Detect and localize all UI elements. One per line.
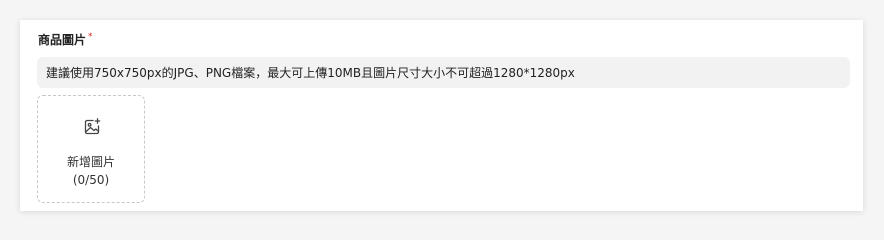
image-count: (0/50) bbox=[72, 173, 110, 187]
field-label-text: 商品圖片 bbox=[38, 33, 87, 47]
image-add-icon bbox=[84, 118, 101, 135]
add-image-button[interactable]: 新增圖片 (0/50) bbox=[37, 95, 145, 203]
add-image-label: 新增圖片 bbox=[66, 155, 115, 169]
product-images-card: 商品圖片 * 建議使用750x750px的JPG、PNG檔案，最大可上傳10MB且… bbox=[20, 20, 863, 211]
required-mark: * bbox=[88, 32, 93, 42]
upload-hint: 建議使用750x750px的JPG、PNG檔案，最大可上傳10MB且圖片尺寸大小… bbox=[37, 57, 850, 88]
upload-hint-text: 建議使用750x750px的JPG、PNG檔案，最大可上傳10MB且圖片尺寸大小… bbox=[46, 66, 575, 80]
field-label: 商品圖片 * bbox=[38, 32, 93, 50]
